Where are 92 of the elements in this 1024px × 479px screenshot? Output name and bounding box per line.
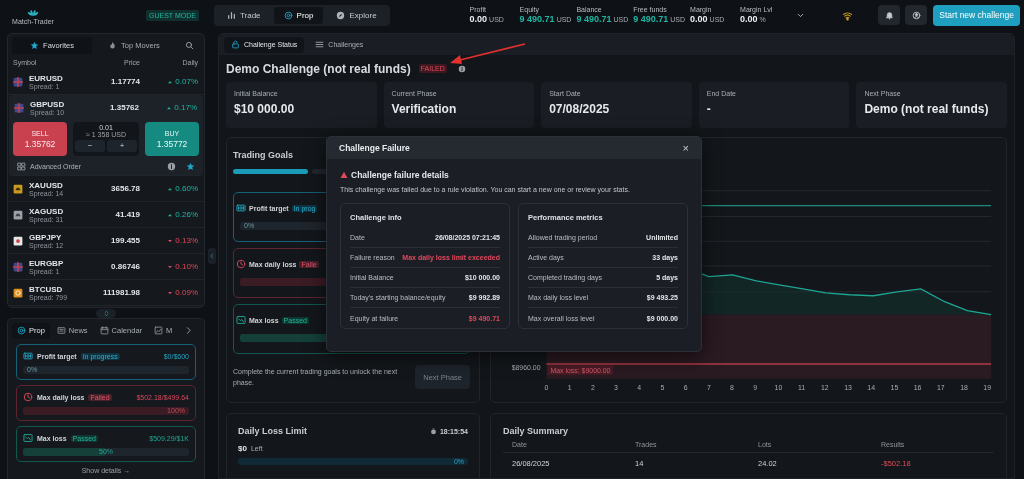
grid-icon	[17, 161, 26, 171]
stat-value: 9 490.71	[519, 14, 555, 24]
symbol-name[interactable]: GBPJPY	[29, 232, 64, 242]
stat-value: 0.00	[690, 14, 708, 24]
decrease-button[interactable]: −	[75, 140, 105, 152]
daily-change: 0.17%	[139, 103, 197, 112]
banknote-icon	[236, 203, 246, 213]
daily-change: 0.60%	[140, 184, 198, 193]
daily-change: 0.07%	[140, 77, 198, 86]
bar-chart-icon	[226, 10, 236, 20]
daily-change: 0.13%	[140, 236, 198, 245]
lock-icon	[231, 40, 240, 49]
nav-tab[interactable]: Trade	[216, 6, 271, 24]
ingot-icon	[13, 209, 23, 220]
target-icon	[17, 326, 26, 335]
challenge-title: Demo Challenge (not real funds)	[226, 61, 411, 76]
price-text: 41.419	[114, 210, 140, 219]
up-arrow-icon	[167, 211, 174, 218]
stat-value: 0.00	[469, 14, 488, 24]
star-icon	[30, 40, 40, 50]
clock-icon	[236, 259, 246, 269]
stat-value: 9 490.71	[576, 14, 612, 24]
calendar-icon	[99, 326, 109, 335]
symbol-name[interactable]: BTCUSD	[29, 284, 68, 294]
info-icon	[457, 64, 466, 73]
card-title: Daily Loss Limit	[238, 426, 308, 436]
symbol-name[interactable]: XAGUSD	[29, 206, 64, 216]
down-arrow-icon	[167, 237, 174, 244]
card-value: $10 000.00	[234, 102, 296, 116]
price-text: 1.35762	[109, 103, 139, 112]
flag-icon	[13, 76, 23, 87]
account-button[interactable]	[905, 5, 928, 25]
collapse-handle[interactable]	[207, 248, 216, 264]
image-icon	[154, 326, 164, 335]
card-value: -	[706, 102, 712, 116]
daily-change: 0.10%	[140, 262, 198, 271]
card-title: Daily Summary	[503, 426, 570, 436]
notifications-button[interactable]	[878, 5, 901, 25]
flag-icon	[13, 235, 23, 246]
resize-icon	[102, 309, 110, 317]
banknote-icon	[23, 351, 33, 361]
flag-icon	[13, 261, 23, 272]
daily-change: 0.26%	[140, 210, 198, 219]
stat-value: 0.00	[740, 14, 758, 24]
price-text: 111981.98	[102, 288, 140, 297]
stopwatch-icon	[429, 427, 437, 435]
ingot-icon	[13, 183, 23, 194]
warning-icon	[340, 171, 348, 179]
compass-icon	[336, 10, 346, 20]
daily-change: 0.09%	[140, 288, 198, 297]
symbol-name[interactable]: EURGBP	[29, 258, 64, 268]
symbol-name[interactable]: GBPUSD	[30, 99, 65, 109]
wifi-icon	[842, 9, 854, 21]
down-arrow-icon	[167, 263, 174, 270]
amount-text: $0	[238, 444, 247, 453]
resize-handle[interactable]	[96, 308, 116, 318]
up-arrow-icon	[167, 185, 174, 192]
card-value: Demo (not real funds)	[864, 102, 990, 116]
coin-icon	[13, 287, 23, 298]
increase-button[interactable]: +	[107, 140, 137, 152]
info-icon	[167, 161, 176, 171]
price-text: 199.455	[110, 236, 140, 245]
card-value: Verification	[391, 102, 458, 116]
card-value: 07/08/2025	[549, 102, 611, 116]
up-arrow-icon	[167, 78, 174, 85]
price-text: 0.86746	[110, 262, 140, 271]
nav-tab[interactable]: Prop	[273, 6, 324, 24]
flag-icon	[14, 102, 24, 113]
nav-tab[interactable]: Explore	[326, 6, 387, 24]
flame-icon	[108, 40, 118, 50]
star-icon	[186, 161, 195, 171]
price-text: 1.17774	[110, 77, 140, 86]
dialog-title: Challenge Failure	[339, 143, 410, 153]
newspaper-icon	[56, 326, 66, 335]
bell-icon	[884, 10, 894, 20]
target-icon	[283, 10, 293, 20]
stat-value: 9 490.71	[633, 14, 669, 24]
clock-icon	[23, 392, 33, 402]
price-text: 3656.78	[110, 184, 140, 193]
chart-icon	[236, 315, 246, 325]
user-icon	[911, 10, 921, 20]
symbol-name[interactable]: EURUSD	[29, 73, 63, 83]
close-button[interactable]: ×	[682, 142, 689, 154]
symbol-name[interactable]: XAUUSD	[29, 180, 64, 190]
dialog-heading: Challenge failure details	[351, 170, 449, 180]
search-icon	[184, 40, 194, 50]
list-icon	[315, 40, 325, 49]
up-arrow-icon	[166, 104, 173, 111]
card-title: Trading Goals	[233, 150, 294, 160]
chart-icon	[23, 433, 33, 443]
chevron-left-icon	[208, 253, 215, 259]
down-arrow-icon	[167, 289, 174, 296]
